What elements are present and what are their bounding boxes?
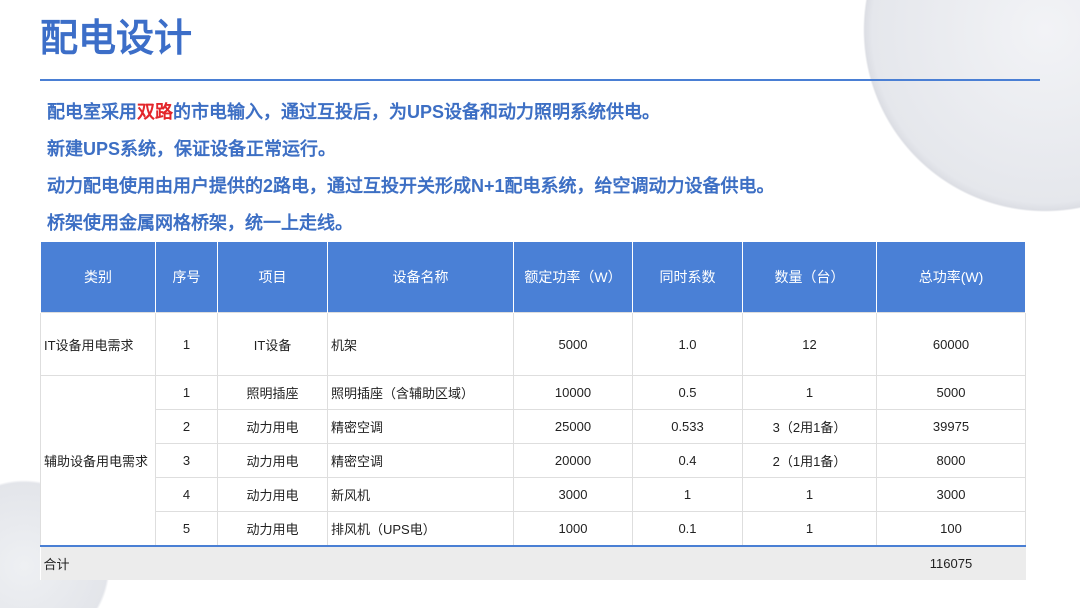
device-cell: 精密空调 xyxy=(327,443,514,478)
category-cell: 辅助设备用电需求 xyxy=(40,375,156,547)
total-value: 116075 xyxy=(876,545,1026,580)
header-total-power: 总功率(W) xyxy=(876,242,1026,313)
item-cell: 动力用电 xyxy=(217,477,328,512)
total-power-cell: 39975 xyxy=(876,409,1026,444)
category-cell: IT设备用电需求 xyxy=(40,312,156,376)
number-cell: 1 xyxy=(155,312,218,376)
quantity-cell: 2（1用1备） xyxy=(742,443,877,478)
bullet-list: 配电室采用双路的市电输入，通过互投后，为UPS设备和动力照明系统供电。 新建UP… xyxy=(47,94,1027,242)
title-divider xyxy=(40,79,1040,81)
table-header-row: 类别 序号 项目 设备名称 额定功率（W） 同时系数 数量（台） 总功率(W) xyxy=(40,242,1026,313)
header-item: 项目 xyxy=(217,242,328,313)
table-row: 3 动力用电 精密空调 20000 0.4 2（1用1备） 8000 xyxy=(41,443,1026,478)
total-power-cell: 3000 xyxy=(876,477,1026,512)
rated-power-cell: 1000 xyxy=(513,511,633,547)
bullet-line: 新建UPS系统，保证设备正常运行。 xyxy=(47,139,337,159)
total-power-cell: 60000 xyxy=(876,312,1026,376)
header-number: 序号 xyxy=(155,242,218,313)
quantity-cell: 12 xyxy=(742,312,877,376)
number-cell: 1 xyxy=(155,375,218,410)
highlight-text: 双路 xyxy=(137,102,173,122)
factor-cell: 0.5 xyxy=(632,375,743,410)
factor-cell: 0.4 xyxy=(632,443,743,478)
number-cell: 3 xyxy=(155,443,218,478)
bullet-line: 配电室采用双路的市电输入，通过互投后，为UPS设备和动力照明系统供电。 xyxy=(47,94,1027,131)
total-power-cell: 8000 xyxy=(876,443,1026,478)
rated-power-cell: 5000 xyxy=(513,312,633,376)
bullet-text: 配电室采用 xyxy=(47,102,137,122)
bullet-line: 桥架使用金属网格桥架，统一上走线。 xyxy=(47,213,353,233)
rated-power-cell: 10000 xyxy=(513,375,633,410)
factor-cell: 0.1 xyxy=(632,511,743,547)
number-cell: 2 xyxy=(155,409,218,444)
header-demand-factor: 同时系数 xyxy=(632,242,743,313)
header-category: 类别 xyxy=(40,242,156,313)
device-cell: 照明插座（含辅助区域） xyxy=(327,375,514,410)
header-quantity: 数量（台） xyxy=(742,242,877,313)
table-row: 4 动力用电 新风机 3000 1 1 3000 xyxy=(41,477,1026,512)
factor-cell: 1 xyxy=(632,477,743,512)
item-cell: 动力用电 xyxy=(217,409,328,444)
bullet-text: 的市电输入，通过互投后，为UPS设备和动力照明系统供电。 xyxy=(173,102,661,122)
table-row: IT设备用电需求 1 IT设备 机架 5000 1.0 12 60000 xyxy=(40,312,1026,376)
power-distribution-table: 类别 序号 项目 设备名称 额定功率（W） 同时系数 数量（台） 总功率(W) … xyxy=(40,242,1026,580)
total-power-cell: 5000 xyxy=(876,375,1026,410)
device-cell: 新风机 xyxy=(327,477,514,512)
item-cell: 照明插座 xyxy=(217,375,328,410)
header-rated-power: 额定功率（W） xyxy=(513,242,633,313)
table-row: 2 动力用电 精密空调 25000 0.533 3（2用1备） 39975 xyxy=(41,409,1026,444)
rated-power-cell: 3000 xyxy=(513,477,633,512)
number-cell: 4 xyxy=(155,477,218,512)
total-label: 合计 xyxy=(40,545,877,580)
total-row: 合计 116075 xyxy=(40,545,1026,580)
rated-power-cell: 25000 xyxy=(513,409,633,444)
slide-title: 配电设计 xyxy=(40,18,193,60)
bullet-line: 动力配电使用由用户提供的2路电，通过互投开关形成N+1配电系统，给空调动力设备供… xyxy=(47,176,775,196)
quantity-cell: 1 xyxy=(742,477,877,512)
header-device-name: 设备名称 xyxy=(327,242,514,313)
device-cell: 排风机（UPS电） xyxy=(327,511,514,547)
item-cell: 动力用电 xyxy=(217,443,328,478)
total-power-cell: 100 xyxy=(876,511,1026,547)
table-row: 辅助设备用电需求 1 照明插座 照明插座（含辅助区域） 10000 0.5 1 … xyxy=(40,375,1026,547)
table-row: 5 动力用电 排风机（UPS电） 1000 0.1 1 100 xyxy=(41,511,1026,547)
quantity-cell: 1 xyxy=(742,511,877,547)
item-cell: 动力用电 xyxy=(217,511,328,547)
factor-cell: 1.0 xyxy=(632,312,743,376)
number-cell: 5 xyxy=(155,511,218,547)
factor-cell: 0.533 xyxy=(632,409,743,444)
quantity-cell: 3（2用1备） xyxy=(742,409,877,444)
item-cell: IT设备 xyxy=(217,312,328,376)
device-cell: 精密空调 xyxy=(327,409,514,444)
quantity-cell: 1 xyxy=(742,375,877,410)
rated-power-cell: 20000 xyxy=(513,443,633,478)
device-cell: 机架 xyxy=(327,312,514,376)
